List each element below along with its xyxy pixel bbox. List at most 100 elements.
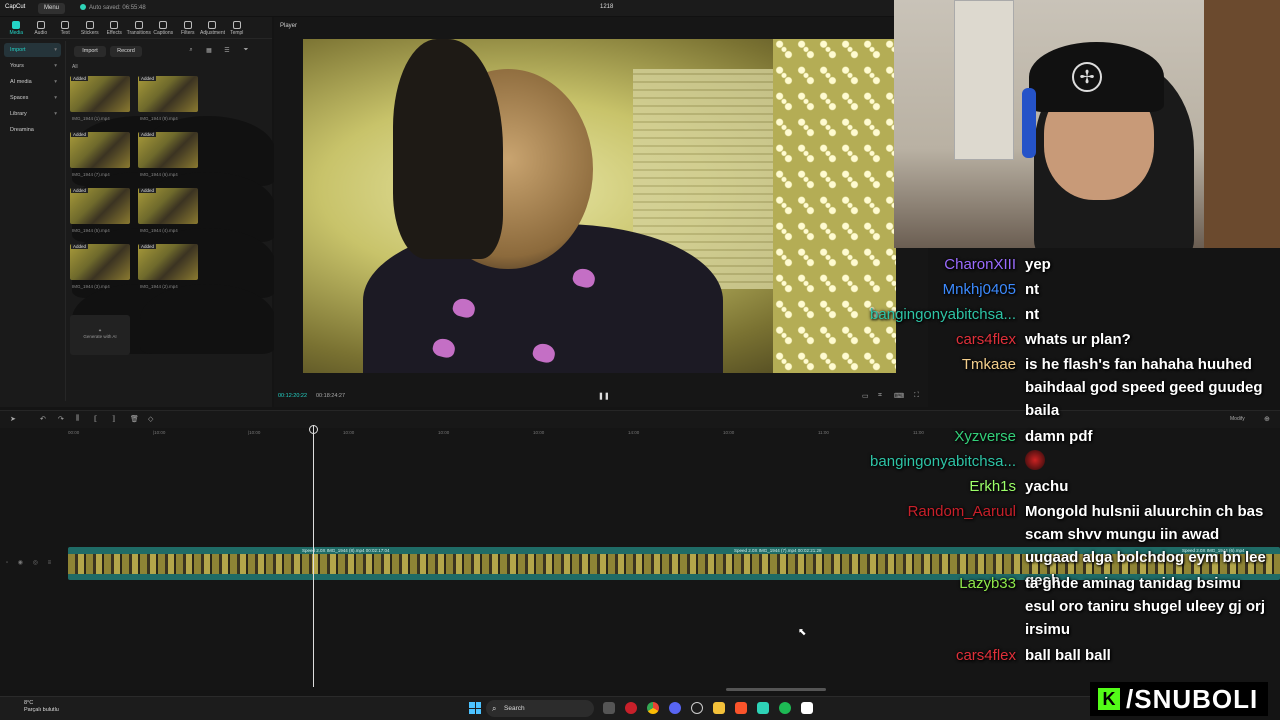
tab-templates[interactable]: Templ xyxy=(225,17,250,39)
media-sidenav: Import ▾ Yours ▾ AI media ▾ Spaces ▾ Library… xyxy=(0,41,66,401)
tab-filters[interactable]: Filters xyxy=(176,17,201,39)
chat-username: Mnkhj0405 xyxy=(942,281,1016,298)
sidenav-ai-media[interactable]: AI media ▾ xyxy=(4,75,61,89)
clip-label: Speed 2.0X IMG_1944 (8).mp4 00:02:17:04 xyxy=(302,548,390,553)
media-thumb[interactable]: AddedIMG_1944 (4).mp4 xyxy=(138,188,275,298)
chat-username: cars4flex xyxy=(955,331,1016,348)
thumb-image xyxy=(70,244,130,280)
select-icon[interactable]: ➤ xyxy=(10,415,16,423)
tab-effects[interactable]: Effects xyxy=(102,17,127,39)
project-title[interactable]: 1218 xyxy=(600,4,613,10)
sort-icon[interactable]: ☰ xyxy=(223,47,231,55)
sidenav-yours[interactable]: Yours ▾ xyxy=(4,59,61,73)
filter-icon[interactable]: ⏷ xyxy=(242,47,250,55)
handle-text: /SNUBOLI xyxy=(1126,683,1259,714)
search-icon: ⌕ xyxy=(492,704,497,713)
split-right-icon[interactable]: ⟧ xyxy=(112,415,115,423)
crop-icon[interactable]: ⌗ xyxy=(878,392,882,400)
chat-text: nt xyxy=(1025,281,1040,298)
thumb-image xyxy=(138,188,198,224)
settings-icon[interactable] xyxy=(691,702,703,714)
split-left-icon[interactable]: ⟦ xyxy=(94,415,97,423)
total-time: 00:18:24:27 xyxy=(316,393,346,399)
media-thumb[interactable]: Added IMG_1944 (1).mp4 xyxy=(70,76,207,186)
mercedes-logo-icon: ✢ xyxy=(1072,62,1102,92)
chat-text: is he flash's fan hahaha huuhed baihdaal… xyxy=(1025,356,1263,419)
tab-captions[interactable]: Captions xyxy=(151,17,176,39)
chat-text: yep xyxy=(1025,256,1051,273)
autosave-status: Auto saved: 06:55:48 xyxy=(80,4,146,11)
track-controls[interactable]: ▫ ◉ ◎ ≡ xyxy=(6,559,55,566)
chat-username: bangingonyabitchsa... xyxy=(870,306,1016,323)
search-icon[interactable]: ⌕ xyxy=(187,47,195,55)
chat-text: whats ur plan? xyxy=(1025,331,1131,348)
split-icon[interactable]: ⫼ xyxy=(76,415,79,423)
chat-username: Tmkaae xyxy=(961,356,1016,373)
current-time: 00:12:20:22 xyxy=(278,393,308,399)
tab-transitions[interactable]: Transitions xyxy=(127,17,152,39)
audio-icon xyxy=(36,21,45,29)
chat-text: ball ball ball xyxy=(1025,647,1111,664)
capcut-taskbar-icon[interactable] xyxy=(757,702,769,714)
sidenav-import[interactable]: Import ▾ xyxy=(4,43,61,57)
chat-username: cars4flex xyxy=(955,647,1016,664)
sidenav-spaces[interactable]: Spaces ▾ xyxy=(4,91,61,105)
media-thumb[interactable]: AddedIMG_1944 (7).mp4 xyxy=(70,132,207,242)
import-button[interactable]: Import xyxy=(74,46,106,57)
capcut-app-icon[interactable] xyxy=(801,702,813,714)
media-actionbar: Import Record ⌕ ▦ ☰ ⏷ xyxy=(70,44,270,58)
emote-icon xyxy=(1025,450,1045,470)
playhead[interactable] xyxy=(313,425,314,687)
grid-view-icon[interactable]: ▦ xyxy=(205,47,213,55)
sidenav-dreamina[interactable]: Dreamina xyxy=(4,123,61,137)
tab-media[interactable]: Media xyxy=(4,17,29,39)
media-thumb[interactable]: AddedIMG_1944 (8).mp4 xyxy=(138,76,275,186)
record-button[interactable]: Record xyxy=(110,46,142,57)
media-thumb[interactable]: AddedIMG_1944 (2).mp4 xyxy=(138,244,275,354)
chevron-down-icon: ▾ xyxy=(54,95,57,101)
media-panel: Media Audio Text Stickers Effects Transi… xyxy=(0,17,275,407)
pause-icon[interactable]: ❚❚ xyxy=(598,392,610,400)
chat-username: Erkh1s xyxy=(969,478,1016,495)
windows-start-icon[interactable] xyxy=(469,702,481,714)
shield-icon[interactable]: ◇ xyxy=(148,415,153,423)
folder-icon[interactable] xyxy=(713,702,725,714)
tab-text[interactable]: Text xyxy=(53,17,78,39)
tab-stickers[interactable]: Stickers xyxy=(78,17,103,39)
chat-username: Xyzverse xyxy=(954,428,1016,445)
spotify-icon[interactable] xyxy=(779,702,791,714)
redo-icon[interactable]: ↷ xyxy=(58,415,64,423)
ratio-icon[interactable]: ▭ xyxy=(862,392,869,400)
delete-icon[interactable]: 🗑 xyxy=(130,415,139,423)
mouse-cursor-icon: ⬉ xyxy=(798,627,807,638)
discord-icon[interactable] xyxy=(669,702,681,714)
chrome-icon[interactable] xyxy=(647,702,659,714)
chat-text: nt xyxy=(1025,306,1040,323)
weather-widget[interactable]: 8°C Parçalı bulutlu xyxy=(24,700,59,714)
adjustment-icon xyxy=(208,21,217,29)
tab-audio[interactable]: Audio xyxy=(29,17,54,39)
taskbar-search[interactable]: ⌕ Search xyxy=(486,700,594,717)
undo-icon[interactable]: ↶ xyxy=(40,415,46,423)
media-thumb[interactable]: AddedIMG_1944 (5).mp4 xyxy=(70,188,207,298)
brave-icon[interactable] xyxy=(735,702,747,714)
ruler-tick: |10:00 xyxy=(153,430,166,435)
media-thumb[interactable]: AddedIMG_1944 (3).mp4 xyxy=(70,244,207,354)
chevron-down-icon: ▾ xyxy=(54,47,57,53)
thumb-image xyxy=(138,132,198,168)
sidenav-library[interactable]: Library ▾ xyxy=(4,107,61,121)
video-preview[interactable] xyxy=(303,39,896,373)
menu-button[interactable]: Menu xyxy=(38,3,65,14)
timeline-scrollbar[interactable] xyxy=(726,688,826,691)
player-panel: Player 00:12:20:22 00:18:24:27 ❚❚ ▭ ⌗ ⌨ … xyxy=(274,17,928,407)
chat-username: CharonXIII xyxy=(944,256,1016,273)
ruler-tick: 10:00 xyxy=(533,430,545,435)
stream-chat: CharonXIII yep Mnkhj0405 nt bangingonyabit… xyxy=(870,248,1280,668)
generate-with-ai-button[interactable]: ✦ Generate with AI xyxy=(70,315,130,355)
media-thumb[interactable]: AddedIMG_1944 (6).mp4 xyxy=(138,132,275,242)
task-view-icon[interactable] xyxy=(603,702,615,714)
opera-icon[interactable] xyxy=(625,702,637,714)
chevron-down-icon: ▾ xyxy=(54,63,57,69)
app-titlebar: CapCut Menu Auto saved: 06:55:48 1218 xyxy=(0,0,894,17)
tab-adjustment[interactable]: Adjustment xyxy=(200,17,225,39)
